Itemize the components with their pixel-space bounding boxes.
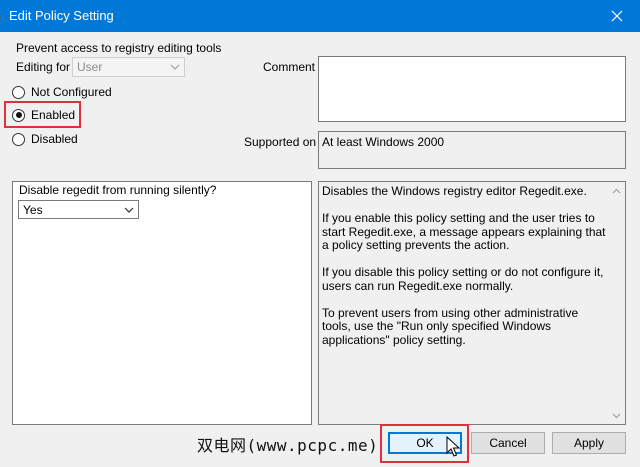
- options-select[interactable]: Yes: [18, 200, 139, 219]
- comment-label: Comment: [263, 60, 316, 74]
- scroll-up-button[interactable]: [608, 182, 625, 199]
- editing-for-label: Editing for: [16, 60, 71, 74]
- help-paragraph: Disables the Windows registry editor Reg…: [322, 184, 587, 198]
- comment-input[interactable]: [318, 56, 626, 122]
- enabled-highlight-box: [4, 101, 81, 128]
- window-title: Edit Policy Setting: [9, 8, 114, 23]
- chevron-down-icon: [612, 413, 621, 418]
- chevron-down-icon: [170, 64, 180, 70]
- chevron-down-icon: [124, 207, 134, 213]
- close-button[interactable]: [594, 0, 640, 32]
- help-paragraph: If you disable this policy setting or do…: [322, 265, 604, 293]
- scroll-down-button[interactable]: [608, 407, 625, 424]
- cancel-button[interactable]: Cancel: [471, 432, 545, 454]
- help-paragraph: To prevent users from using other admini…: [322, 305, 579, 347]
- policy-name: Prevent access to registry editing tools: [16, 41, 222, 55]
- editing-for-select: User: [72, 57, 185, 77]
- help-panel: Disables the Windows registry editor Reg…: [318, 181, 626, 425]
- supported-on-value: At least Windows 2000: [318, 131, 626, 169]
- apply-button[interactable]: Apply: [552, 432, 626, 454]
- mouse-cursor-icon: [446, 436, 460, 457]
- watermark-text: 双电网(www.pcpc.me): [197, 436, 379, 455]
- help-paragraph: If you enable this policy setting and th…: [322, 211, 606, 252]
- close-icon: [611, 10, 623, 22]
- options-select-value: Yes: [23, 203, 43, 217]
- help-scrollbar[interactable]: [608, 182, 625, 424]
- radio-disabled-label: Disabled: [31, 132, 78, 146]
- radio-disabled-circle[interactable]: [12, 132, 25, 146]
- chevron-up-icon: [612, 188, 621, 193]
- radio-not-configured-label: Not Configured: [31, 85, 112, 99]
- supported-on-label: Supported on: [244, 135, 317, 149]
- help-text: Disables the Windows registry editor Reg…: [322, 184, 607, 361]
- radio-disabled[interactable]: Disabled: [12, 132, 78, 146]
- editing-for-value: User: [77, 60, 103, 74]
- radio-not-configured-circle[interactable]: [12, 85, 25, 99]
- options-label: Disable regedit from running silently?: [19, 183, 217, 197]
- title-bar: Edit Policy Setting: [0, 0, 640, 32]
- radio-not-configured[interactable]: Not Configured: [12, 85, 112, 99]
- options-panel: Disable regedit from running silently? Y…: [12, 181, 312, 425]
